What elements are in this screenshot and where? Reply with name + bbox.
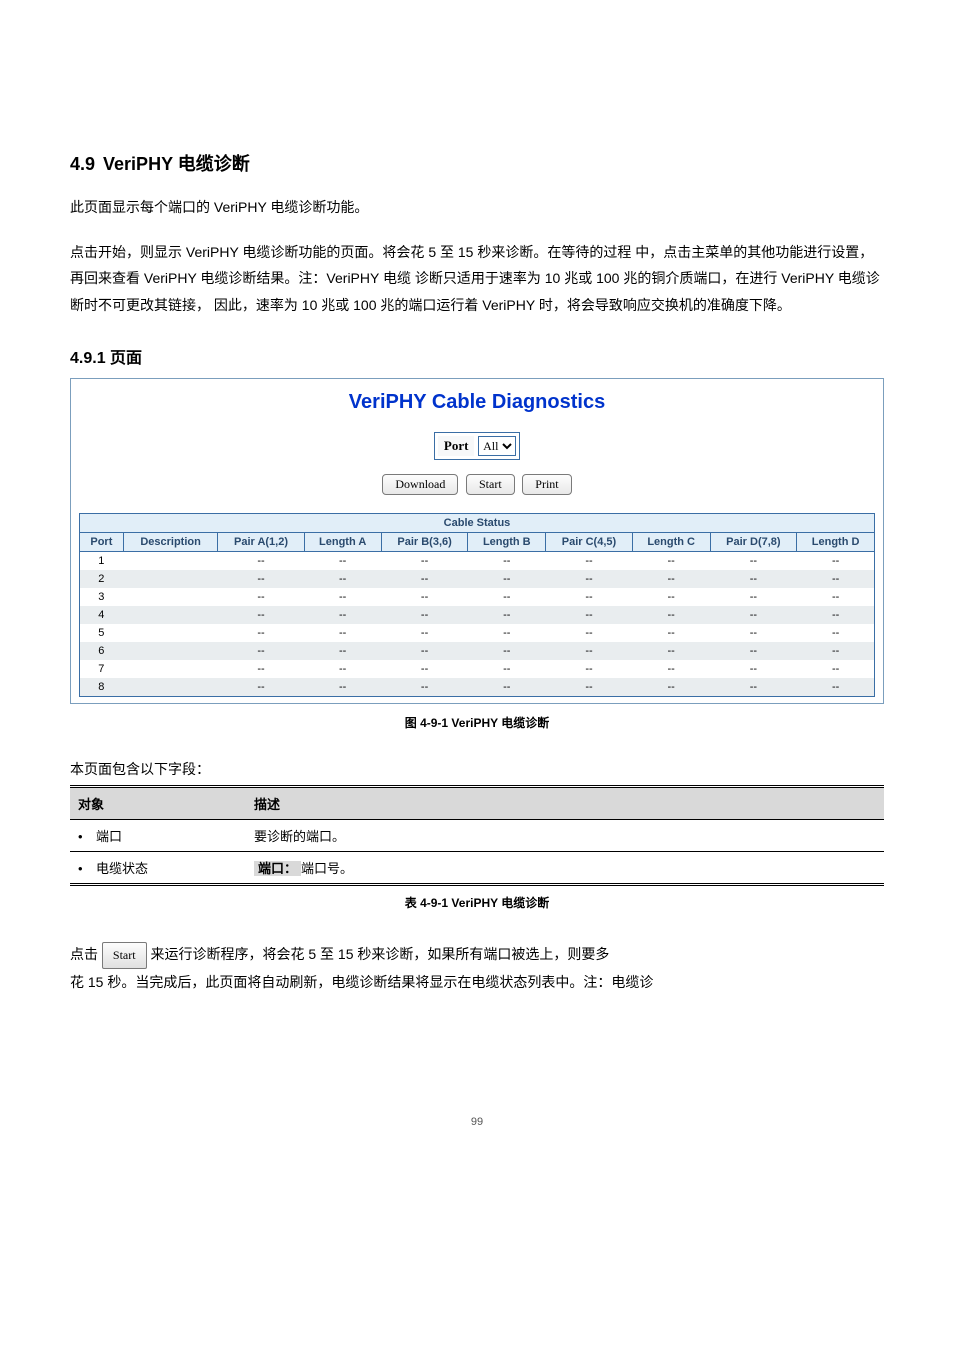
start-button-inline[interactable]: Start [102,942,147,969]
obj-desc-1: 要诊断的端口。 [246,820,884,852]
obj-head-object: 对象 [70,787,246,820]
obj-row-1: •端口 [70,820,246,852]
figure-caption: 图 4-9-1 VeriPHY 电缆诊断 [70,714,884,731]
port-label: Port [438,436,475,456]
table-row: 4---------------- [80,606,875,624]
object-table: 对象 描述 •端口 要诊断的端口。 •电缆状态 端口：端口号。 [70,785,884,886]
table-row: 1---------------- [80,552,875,571]
fields-intro: 本页面包含以下字段： [70,759,884,779]
table-row: 3---------------- [80,588,875,606]
table-row: 8---------------- [80,678,875,697]
table-title: Cable Status [80,514,875,533]
below-text: 点击 Start 来运行诊断程序，将会花 5 至 15 秒来诊断，如果所有端口被… [70,941,884,995]
table-header-row: Port Description Pair A(1,2) Length A Pa… [80,533,875,552]
obj-desc-2: 端口：端口号。 [246,852,884,885]
section-number: 4.9 [70,154,95,174]
obj-row-2: •电缆状态 [70,852,246,885]
port-select[interactable]: All [478,436,516,456]
intro-1: 此页面显示每个端口的 VeriPHY 电缆诊断功能。 [70,194,884,221]
port-selector-box: Port All [434,432,520,460]
page-number: 99 [70,1116,884,1128]
table-row: 6---------------- [80,642,875,660]
cable-status-table: Cable Status Port Description Pair A(1,2… [79,513,875,697]
table-caption: 表 4-9-1 VeriPHY 电缆诊断 [70,894,884,911]
print-button[interactable]: Print [522,474,571,495]
subsection-heading: 4.9.1 页面 [70,344,884,368]
intro-2: 点击开始，则显示 VeriPHY 电缆诊断功能的页面。将会花 5 至 15 秒来… [70,239,884,319]
table-row: 7---------------- [80,660,875,678]
obj-head-desc: 描述 [246,787,884,820]
veriphy-panel: VeriPHY Cable Diagnostics Port All Downl… [70,378,884,704]
section-heading: 4.9 VeriPHY 电缆诊断 [70,150,884,176]
section-title: VeriPHY 电缆诊断 [103,154,250,174]
panel-title: VeriPHY Cable Diagnostics [79,391,875,414]
download-button[interactable]: Download [382,474,458,495]
table-row: 5---------------- [80,624,875,642]
table-row: 2---------------- [80,570,875,588]
start-button[interactable]: Start [466,474,515,495]
